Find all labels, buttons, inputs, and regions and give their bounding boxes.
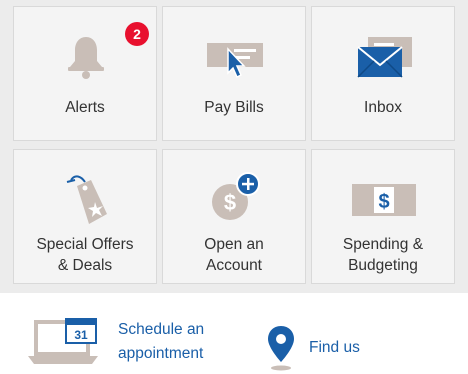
special-offers-tile[interactable]: Special Offers & Deals — [13, 149, 157, 284]
open-account-tile[interactable]: $ Open an Account — [162, 149, 306, 284]
dollar-bill-icon: $ — [352, 184, 416, 216]
pay-bills-icon — [207, 43, 263, 79]
open-account-label: Open an Account — [167, 234, 301, 276]
bell-icon — [68, 37, 104, 79]
alerts-count-badge: 2 — [125, 22, 149, 46]
schedule-appointment-link[interactable]: Schedule an appointment — [118, 318, 204, 366]
special-offers-label-line1: Special Offers — [36, 236, 134, 253]
spending-budgeting-label: Spending & Budgeting — [316, 234, 450, 276]
pay-bills-label: Pay Bills — [204, 99, 264, 116]
alerts-label: Alerts — [65, 99, 105, 116]
alerts-tile[interactable]: 2 Alerts — [13, 6, 157, 141]
calendar-day: 31 — [74, 328, 88, 342]
pay-bills-tile[interactable]: Pay Bills — [162, 6, 306, 141]
special-offers-label-line2: & Deals — [57, 257, 113, 274]
spending-budgeting-tile[interactable]: $ Spending & Budgeting — [311, 149, 455, 284]
open-account-label-line2: Account — [205, 257, 262, 274]
svg-text:$: $ — [224, 190, 236, 215]
envelope-icon — [357, 37, 412, 78]
inbox-label: Inbox — [364, 99, 402, 116]
inbox-tile[interactable]: Inbox — [311, 6, 455, 141]
special-offers-label: Special Offers & Deals — [18, 234, 152, 276]
find-us-link[interactable]: Find us — [309, 336, 360, 360]
location-pin-icon[interactable] — [266, 324, 296, 372]
spending-budgeting-label-line2: Budgeting — [348, 257, 418, 274]
schedule-appointment-line1: Schedule an — [118, 321, 205, 338]
open-account-label-line1: Open an — [204, 236, 264, 253]
open-account-icon: $ — [212, 172, 260, 220]
tag-icon — [66, 175, 107, 224]
spending-budgeting-label-line1: Spending & — [342, 236, 424, 253]
svg-text:$: $ — [378, 191, 389, 213]
schedule-appointment-line2: appointment — [118, 345, 204, 362]
calendar-laptop-icon[interactable]: 31 — [28, 318, 102, 370]
